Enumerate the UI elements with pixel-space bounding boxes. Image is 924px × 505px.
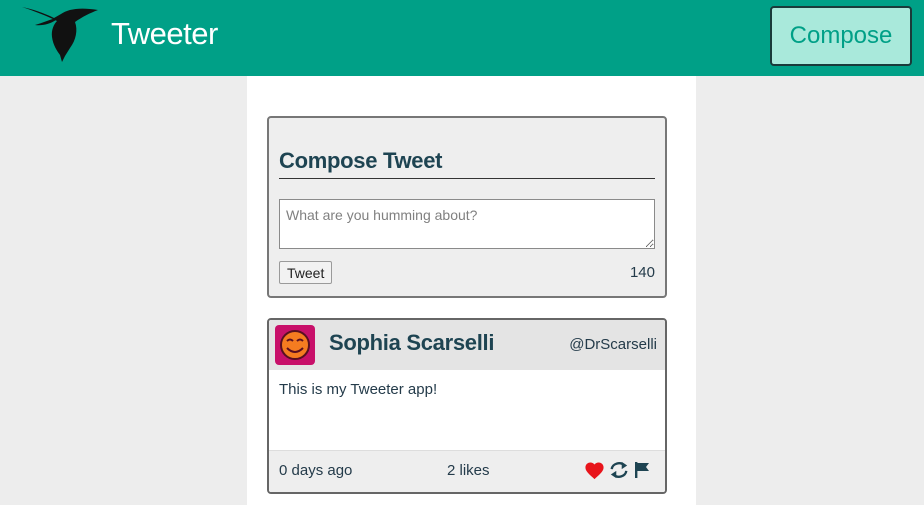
tweet-footer: 0 days ago 2 likes: [269, 450, 665, 492]
compose-toggle-button[interactable]: Compose: [770, 6, 912, 66]
tweet-author-handle: @DrScarselli: [569, 336, 657, 353]
tweet-author-name: Sophia Scarselli: [329, 330, 495, 355]
tweet-text-input[interactable]: [279, 199, 655, 249]
tweet-timestamp: 0 days ago: [279, 462, 353, 479]
top-navbar: Tweeter Compose: [0, 0, 924, 76]
flag-icon[interactable]: [633, 461, 651, 479]
character-counter: 140: [629, 264, 655, 281]
tweet-content: This is my Tweeter app!: [279, 381, 438, 398]
app-title: Tweeter: [111, 16, 218, 51]
retweet-icon[interactable]: [608, 460, 630, 480]
tweet-header: Sophia Scarselli @DrScarselli: [269, 320, 665, 370]
tweet-actions: [584, 460, 651, 480]
tweet-card: Sophia Scarselli @DrScarselli This is my…: [267, 318, 667, 494]
avatar: [275, 325, 315, 365]
compose-heading: Compose Tweet: [279, 148, 655, 179]
tweet-submit-button[interactable]: Tweet: [279, 261, 333, 284]
heart-icon[interactable]: [584, 461, 605, 480]
smiley-face-icon: [280, 330, 310, 360]
compose-tweet-form: Compose Tweet Tweet 140: [267, 116, 667, 298]
main-container: Compose Tweet Tweet 140 Sophia Scarselli…: [247, 76, 696, 505]
tweet-likes-count: 2 likes: [447, 462, 490, 479]
hummingbird-icon: [22, 7, 98, 62]
